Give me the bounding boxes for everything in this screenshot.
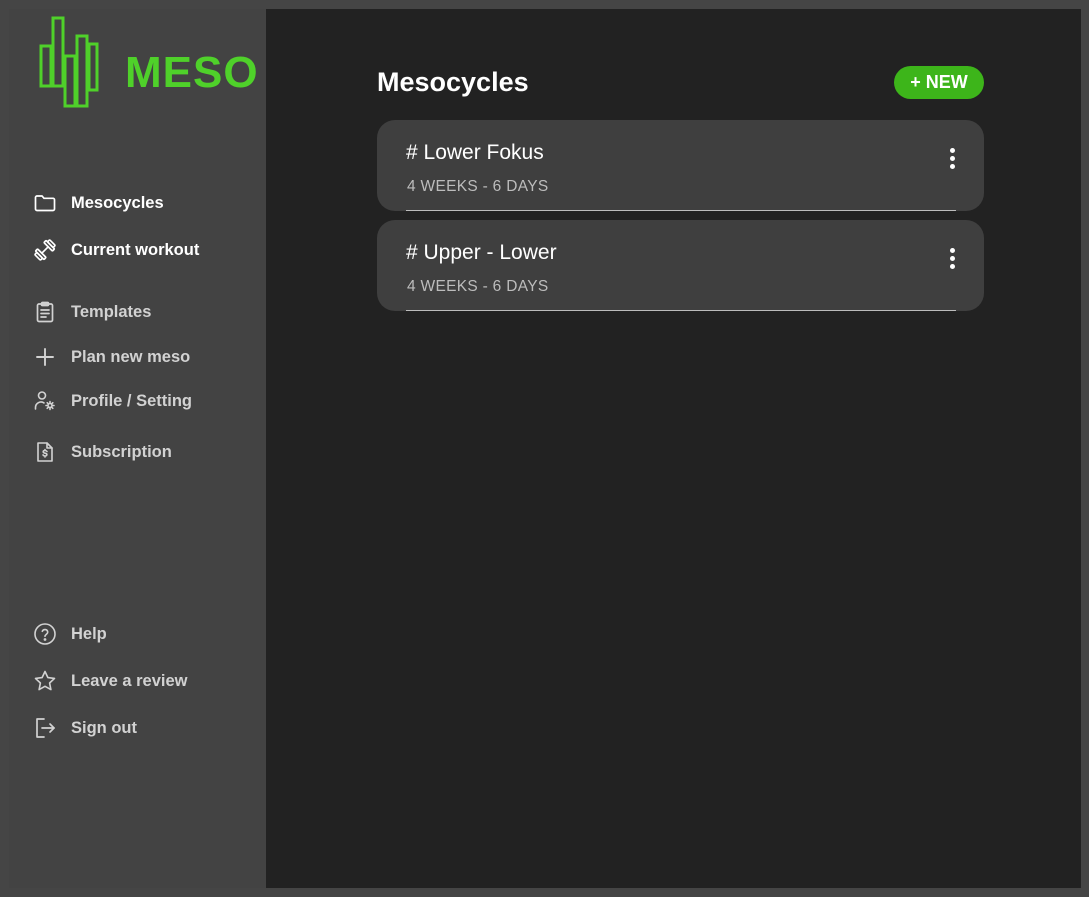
plus-icon	[31, 343, 59, 371]
sidebar-item-label: Sign out	[71, 718, 137, 737]
mesocycle-card[interactable]: # Upper - Lower 4 WEEKS - 6 DAYS	[377, 220, 984, 311]
brand-name: MESO	[125, 48, 259, 97]
help-icon	[31, 620, 59, 648]
sidebar-item-label: Help	[71, 624, 107, 643]
mesocycle-subtitle: 4 WEEKS - 6 DAYS	[407, 278, 549, 295]
dollar-document-icon	[31, 438, 59, 466]
page-title: Mesocycles	[377, 67, 529, 97]
sidebar-item-help[interactable]: Help	[31, 620, 107, 648]
sign-out-icon	[31, 714, 59, 742]
mesocycle-subtitle: 4 WEEKS - 6 DAYS	[407, 178, 549, 195]
more-options-icon[interactable]	[942, 144, 962, 172]
folder-icon	[31, 189, 59, 217]
mesocycle-title: # Upper - Lower	[406, 241, 557, 264]
sidebar-item-profile-setting[interactable]: Profile / Setting	[31, 387, 192, 415]
card-divider	[406, 209, 956, 211]
sidebar-item-label: Current workout	[71, 240, 200, 259]
sidebar-item-label: Mesocycles	[71, 193, 164, 212]
sidebar-item-label: Subscription	[71, 442, 172, 461]
sidebar-item-current-workout[interactable]: Current workout	[31, 236, 199, 264]
card-divider	[406, 309, 956, 311]
sidebar-item-plan-new-meso[interactable]: Plan new meso	[31, 343, 190, 371]
user-settings-icon	[31, 387, 59, 415]
dumbbell-icon	[31, 236, 59, 264]
sidebar-item-label: Leave a review	[71, 671, 188, 690]
main-content: Mesocycles + NEW # Lower Fokus 4 WEEKS -…	[266, 9, 1081, 888]
sidebar-item-mesocycles[interactable]: Mesocycles	[31, 189, 164, 217]
clipboard-icon	[31, 298, 59, 326]
sidebar-item-label: Profile / Setting	[71, 391, 193, 410]
sidebar-item-templates[interactable]: Templates	[31, 298, 151, 326]
more-options-icon[interactable]	[942, 244, 962, 272]
mesocycle-title: # Lower Fokus	[406, 141, 544, 164]
mesocycle-card[interactable]: # Lower Fokus 4 WEEKS - 6 DAYS	[377, 120, 984, 211]
meso-logo-icon	[39, 16, 99, 108]
sidebar-item-sign-out[interactable]: Sign out	[31, 714, 137, 742]
brand-logo[interactable]: MESO	[39, 16, 258, 112]
sidebar-item-subscription[interactable]: Subscription	[31, 438, 172, 466]
sidebar: MESO Mesocycles Current workout Template…	[9, 9, 266, 888]
new-mesocycle-button[interactable]: + NEW	[894, 66, 984, 99]
sidebar-item-label: Templates	[71, 302, 152, 321]
star-icon	[31, 667, 59, 695]
sidebar-item-leave-review[interactable]: Leave a review	[31, 667, 188, 695]
sidebar-item-label: Plan new meso	[71, 347, 191, 366]
